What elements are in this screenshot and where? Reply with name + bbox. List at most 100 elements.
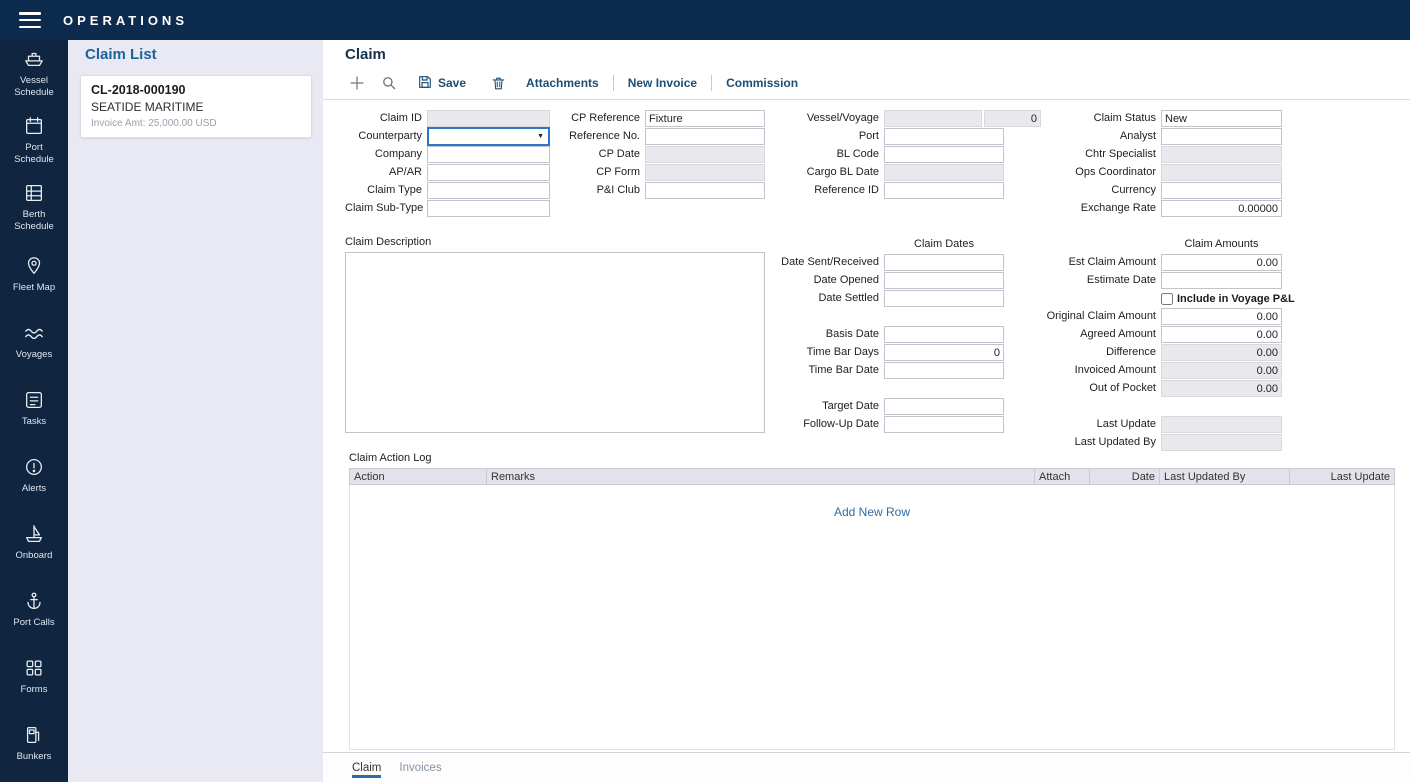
sidebar-item-voyages[interactable]: Voyages bbox=[0, 308, 68, 375]
last-updated-by-label: Last Updated By bbox=[1035, 434, 1161, 451]
bottom-tab-bar: Claim Invoices bbox=[323, 752, 1410, 782]
add-new-row-button[interactable]: Add New Row bbox=[350, 485, 1394, 519]
claim-dates-heading: Claim Dates bbox=[884, 236, 1004, 253]
new-invoice-button[interactable]: New Invoice bbox=[628, 76, 697, 90]
include-voyage-pl-option[interactable]: Include in Voyage P&L bbox=[1161, 293, 1295, 305]
sidebar-item-label: Onboard bbox=[16, 550, 53, 562]
sidebar-item-bunkers[interactable]: Bunkers bbox=[0, 710, 68, 777]
last-update-label: Last Update bbox=[1035, 416, 1161, 433]
claim-list-title: Claim List bbox=[85, 46, 157, 63]
search-button[interactable] bbox=[377, 71, 401, 95]
sidebar-item-fleet-map[interactable]: Fleet Map bbox=[0, 241, 68, 308]
column-header-last-updated-by[interactable]: Last Updated By bbox=[1160, 469, 1290, 484]
time-bar-days-input[interactable] bbox=[884, 344, 1004, 361]
company-input[interactable] bbox=[427, 146, 550, 163]
form-column-2: CP Reference Reference No. CP Date CP Fo… bbox=[563, 110, 765, 200]
page-title: Claim bbox=[345, 46, 386, 63]
reference-no-input[interactable] bbox=[645, 128, 765, 145]
include-voyage-pl-checkbox[interactable] bbox=[1161, 293, 1173, 305]
time-bar-date-input[interactable] bbox=[884, 362, 1004, 379]
date-sent-received-input[interactable] bbox=[884, 254, 1004, 271]
port-calls-icon bbox=[23, 590, 45, 612]
sidebar-item-berth-schedule[interactable]: Berth Schedule bbox=[0, 174, 68, 241]
estimate-date-input[interactable] bbox=[1161, 272, 1282, 289]
analyst-input[interactable] bbox=[1161, 128, 1282, 145]
column-header-remarks[interactable]: Remarks bbox=[487, 469, 1035, 484]
app-title: OPERATIONS bbox=[63, 13, 188, 28]
date-settled-input[interactable] bbox=[884, 290, 1004, 307]
date-opened-label: Date Opened bbox=[778, 272, 884, 289]
sidebar-item-label: Alerts bbox=[22, 483, 46, 495]
date-opened-input[interactable] bbox=[884, 272, 1004, 289]
claim-sub-type-input[interactable] bbox=[427, 200, 550, 217]
sidebar-item-alerts[interactable]: Alerts bbox=[0, 442, 68, 509]
bunkers-icon bbox=[23, 724, 45, 746]
basis-date-input[interactable] bbox=[884, 326, 1004, 343]
claim-description-input[interactable] bbox=[345, 252, 765, 433]
date-sent-received-label: Date Sent/Received bbox=[778, 254, 884, 271]
cp-reference-input[interactable] bbox=[645, 110, 765, 127]
sidebar-item-tasks[interactable]: Tasks bbox=[0, 375, 68, 442]
claim-action-log-heading: Claim Action Log bbox=[349, 452, 432, 464]
currency-input[interactable] bbox=[1161, 182, 1282, 199]
cp-form-label: CP Form bbox=[563, 164, 645, 181]
sidebar-item-onboard[interactable]: Onboard bbox=[0, 509, 68, 576]
form-column-4: Claim Status Analyst Chtr Specialist Ops… bbox=[1067, 110, 1282, 218]
cp-date-input bbox=[645, 146, 765, 163]
target-date-label: Target Date bbox=[778, 398, 884, 415]
sidebar-item-forms[interactable]: Forms bbox=[0, 643, 68, 710]
reference-id-input[interactable] bbox=[884, 182, 1004, 199]
counterparty-select[interactable]: ▼ bbox=[427, 127, 550, 146]
claim-type-input[interactable] bbox=[427, 182, 550, 199]
counterparty-label: Counterparty bbox=[345, 128, 427, 145]
port-input[interactable] bbox=[884, 128, 1004, 145]
column-header-attach[interactable]: Attach bbox=[1035, 469, 1090, 484]
toolbar-divider bbox=[711, 75, 712, 91]
original-claim-amount-input[interactable] bbox=[1161, 308, 1282, 325]
column-header-last-update[interactable]: Last Update bbox=[1290, 469, 1394, 484]
column-header-date[interactable]: Date bbox=[1090, 469, 1160, 484]
ops-coordinator-input bbox=[1161, 164, 1282, 181]
agreed-amount-input[interactable] bbox=[1161, 326, 1282, 343]
claim-sub-type-label: Claim Sub-Type bbox=[345, 200, 427, 217]
claim-detail-panel: Claim Save Attachments New Invoice Commi… bbox=[323, 40, 1410, 782]
cargo-bl-date-input bbox=[884, 164, 1004, 181]
chevron-down-icon: ▼ bbox=[537, 133, 544, 140]
bl-code-input[interactable] bbox=[884, 146, 1004, 163]
sidebar-item-label: Fleet Map bbox=[13, 282, 55, 294]
tab-claim[interactable]: Claim bbox=[352, 753, 381, 782]
exchange-rate-input[interactable] bbox=[1161, 200, 1282, 217]
form-column-3: Vessel/Voyage Port BL Code Cargo BL Date… bbox=[801, 110, 1041, 200]
ap-ar-label: AP/AR bbox=[345, 164, 427, 181]
currency-label: Currency bbox=[1067, 182, 1161, 199]
ap-ar-input[interactable] bbox=[427, 164, 550, 181]
menu-icon[interactable] bbox=[19, 12, 41, 28]
commission-button[interactable]: Commission bbox=[726, 76, 798, 90]
cargo-bl-date-label: Cargo BL Date bbox=[801, 164, 884, 181]
form-column-1: Claim ID Counterparty ▼ Company AP/AR Cl… bbox=[345, 110, 550, 218]
sidebar-item-label: Vessel Schedule bbox=[5, 75, 63, 99]
target-date-input[interactable] bbox=[884, 398, 1004, 415]
delete-button[interactable] bbox=[486, 71, 510, 95]
action-log-table: Action Remarks Attach Date Last Updated … bbox=[349, 468, 1395, 750]
column-header-action[interactable]: Action bbox=[350, 469, 487, 484]
est-claim-amount-input[interactable] bbox=[1161, 254, 1282, 271]
pi-club-input[interactable] bbox=[645, 182, 765, 199]
sidebar-item-vessel-schedule[interactable]: Vessel Schedule bbox=[0, 40, 68, 107]
out-of-pocket-input bbox=[1161, 380, 1282, 397]
claim-status-input[interactable] bbox=[1161, 110, 1282, 127]
claim-list-item[interactable]: CL-2018-000190 SEATIDE MARITIME Invoice … bbox=[80, 75, 312, 138]
add-button[interactable] bbox=[345, 71, 369, 95]
sidebar-item-port-calls[interactable]: Port Calls bbox=[0, 576, 68, 643]
attachments-button[interactable]: Attachments bbox=[526, 76, 599, 90]
tab-invoices[interactable]: Invoices bbox=[399, 753, 441, 782]
save-button[interactable]: Save bbox=[417, 74, 466, 93]
time-bar-days-label: Time Bar Days bbox=[778, 344, 884, 361]
berth-schedule-icon bbox=[23, 182, 45, 204]
sidebar-item-port-schedule[interactable]: Port Schedule bbox=[0, 107, 68, 174]
company-label: Company bbox=[345, 146, 427, 163]
follow-up-date-input[interactable] bbox=[884, 416, 1004, 433]
vessel-input bbox=[884, 110, 982, 127]
sidebar-item-label: Bunkers bbox=[17, 751, 52, 763]
claim-id-label: Claim ID bbox=[345, 110, 427, 127]
